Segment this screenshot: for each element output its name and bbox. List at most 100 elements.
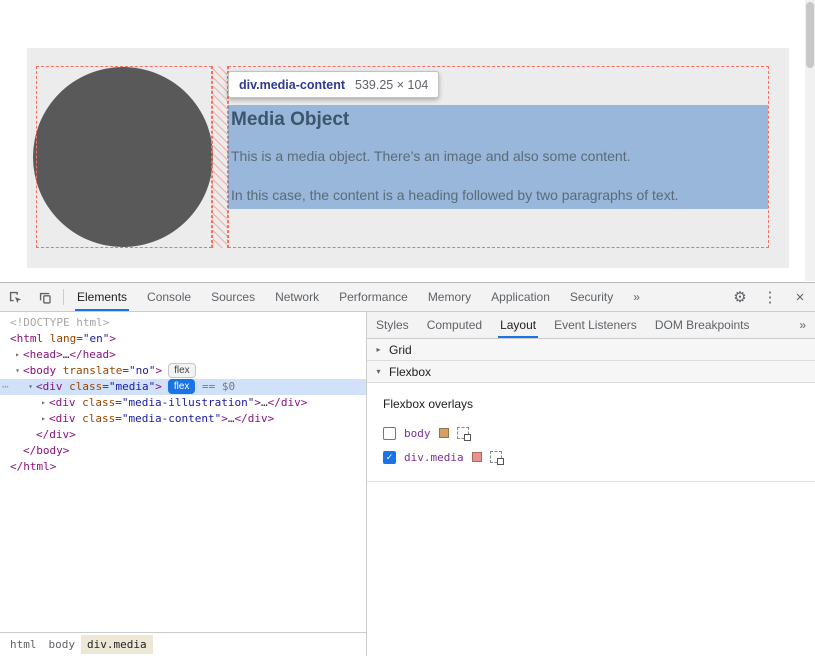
- tab-styles[interactable]: Styles: [367, 312, 418, 338]
- tree-token: "media": [109, 380, 155, 393]
- tab-network[interactable]: Network: [265, 283, 329, 311]
- devtools-tab-bar: ElementsConsoleSourcesNetworkPerformance…: [67, 283, 650, 311]
- more-tabs-chevron[interactable]: »: [623, 283, 650, 311]
- devtools-panel: ElementsConsoleSourcesNetworkPerformance…: [0, 282, 815, 656]
- expand-arrow-icon: ▾: [373, 367, 384, 376]
- tab-application[interactable]: Application: [481, 283, 560, 311]
- scrollbar-thumb[interactable]: [806, 2, 814, 68]
- tree-body-open[interactable]: ▾<body translate="no">flex: [0, 363, 366, 379]
- flex-badge[interactable]: flex: [168, 379, 196, 394]
- tree-token: =: [76, 332, 83, 345]
- tree-token: <!DOCTYPE html>: [10, 316, 109, 329]
- device-toolbar-button[interactable]: [30, 283, 60, 311]
- tree-token: <div: [49, 412, 76, 425]
- sidebar-tab-bar: StylesComputedLayoutEvent ListenersDOM B…: [367, 312, 815, 339]
- tree-expanded-arrow-icon[interactable]: ▾: [12, 363, 23, 379]
- tree-token: <div: [36, 380, 63, 393]
- tree-html-close[interactable]: </html>: [0, 459, 366, 475]
- tree-token: "media-illustration": [122, 396, 254, 409]
- close-devtools-button[interactable]: ×: [785, 283, 815, 311]
- more-options-button[interactable]: ⋮: [755, 283, 785, 311]
- row-menu-dots-icon[interactable]: ⋯: [2, 379, 9, 395]
- tree-div-media-open[interactable]: ⋯▾<div class="media">flex == $0: [0, 379, 366, 395]
- tab-sources[interactable]: Sources: [201, 283, 265, 311]
- tree-token: class: [76, 412, 116, 425]
- tab-event-listeners[interactable]: Event Listeners: [545, 312, 646, 338]
- overlay-element-label[interactable]: div.media: [404, 451, 464, 464]
- tree-token: </html>: [10, 460, 56, 473]
- tree-token: "no": [129, 364, 156, 377]
- tree-token: <div: [49, 396, 76, 409]
- tab-security[interactable]: Security: [560, 283, 623, 311]
- overlay-checkbox[interactable]: ✓: [383, 451, 396, 464]
- tree-div-media-close[interactable]: </div>: [0, 427, 366, 443]
- tab-computed[interactable]: Computed: [418, 312, 491, 338]
- toolbar-spacer: [650, 283, 725, 311]
- tree-token: lang: [43, 332, 76, 345]
- tree-token: =: [115, 396, 122, 409]
- tab-memory[interactable]: Memory: [418, 283, 481, 311]
- tree-token: </body>: [23, 444, 69, 457]
- crumb-div-media[interactable]: div.media: [81, 635, 153, 654]
- page-preview: Media Object This is a media object. The…: [0, 0, 815, 282]
- tree-token: =: [102, 380, 109, 393]
- tree-token: >: [155, 364, 162, 377]
- dimension-tooltip: div.media-content 539.25 × 104: [228, 71, 439, 98]
- inspect-element-button[interactable]: [0, 283, 30, 311]
- sidebar-empty-area: [367, 482, 815, 656]
- tree-head[interactable]: ▸<head>…</head>: [0, 347, 366, 363]
- page-scrollbar[interactable]: [805, 0, 815, 281]
- kebab-menu-icon: ⋮: [763, 288, 778, 306]
- gear-icon: ⚙: [733, 288, 746, 306]
- media-paragraph-1: This is a media object. There’s an image…: [231, 148, 761, 164]
- tab-elements[interactable]: Elements: [67, 283, 137, 311]
- tab-dom-breakpoints[interactable]: DOM Breakpoints: [646, 312, 759, 338]
- tree-doctype[interactable]: <!DOCTYPE html>: [0, 315, 366, 331]
- tree-token: <head>: [23, 348, 63, 361]
- tree-token: </head>: [69, 348, 115, 361]
- tree-div-media-illustration[interactable]: ▸<div class="media-illustration">…</div>: [0, 395, 366, 411]
- tree-collapsed-arrow-icon[interactable]: ▸: [38, 395, 49, 411]
- overlay-preview-icon: [490, 451, 502, 463]
- flexbox-section-label: Flexbox: [389, 365, 431, 379]
- flexbox-overlay-row: ✓ div.media: [383, 445, 799, 469]
- tab-layout[interactable]: Layout: [491, 312, 545, 338]
- tree-token: >: [109, 332, 116, 345]
- collapse-arrow-icon: ▸: [373, 345, 384, 354]
- device-toolbar-icon: [38, 290, 53, 305]
- tree-html-open[interactable]: <html lang="en">: [0, 331, 366, 347]
- browser-window: Media Object This is a media object. The…: [0, 0, 815, 656]
- tree-token: class: [63, 380, 103, 393]
- crumb-html[interactable]: html: [4, 635, 43, 654]
- tree-token: >: [221, 412, 228, 425]
- tree-token: =: [122, 364, 129, 377]
- tab-performance[interactable]: Performance: [329, 283, 418, 311]
- tree-token: "en": [83, 332, 110, 345]
- flexbox-section-header[interactable]: ▾ Flexbox: [367, 361, 815, 383]
- dom-tree: <!DOCTYPE html> <html lang="en">▸<head>…<…: [0, 312, 366, 632]
- tree-collapsed-arrow-icon[interactable]: ▸: [38, 411, 49, 427]
- tree-div-media-content[interactable]: ▸<div class="media-content">…</div>: [0, 411, 366, 427]
- tree-expanded-arrow-icon[interactable]: ▾: [25, 379, 36, 395]
- tree-body-close[interactable]: </body>: [0, 443, 366, 459]
- tree-collapsed-arrow-icon[interactable]: ▸: [12, 347, 23, 363]
- overlay-color-swatch: [472, 452, 482, 462]
- tree-token: >: [155, 380, 162, 393]
- tree-token: =: [115, 412, 122, 425]
- toolbar-separator: [63, 289, 64, 305]
- flex-badge[interactable]: flex: [168, 363, 196, 378]
- settings-button[interactable]: ⚙: [725, 283, 755, 311]
- elements-panel: <!DOCTYPE html> <html lang="en">▸<head>…<…: [0, 312, 367, 656]
- tooltip-size: 539.25 × 104: [355, 78, 428, 92]
- sidebar-more-tabs-chevron[interactable]: »: [790, 312, 815, 338]
- inspect-cursor-icon: [8, 290, 23, 305]
- tab-console[interactable]: Console: [137, 283, 201, 311]
- overlay-checkbox[interactable]: [383, 427, 396, 440]
- crumb-body[interactable]: body: [43, 635, 82, 654]
- grid-section-header[interactable]: ▸ Grid: [367, 339, 815, 361]
- close-icon: ×: [796, 289, 805, 306]
- media-heading: Media Object: [231, 109, 761, 131]
- tree-token: class: [76, 396, 116, 409]
- overlay-element-label[interactable]: body: [404, 427, 431, 440]
- tree-token: </div>: [36, 428, 76, 441]
